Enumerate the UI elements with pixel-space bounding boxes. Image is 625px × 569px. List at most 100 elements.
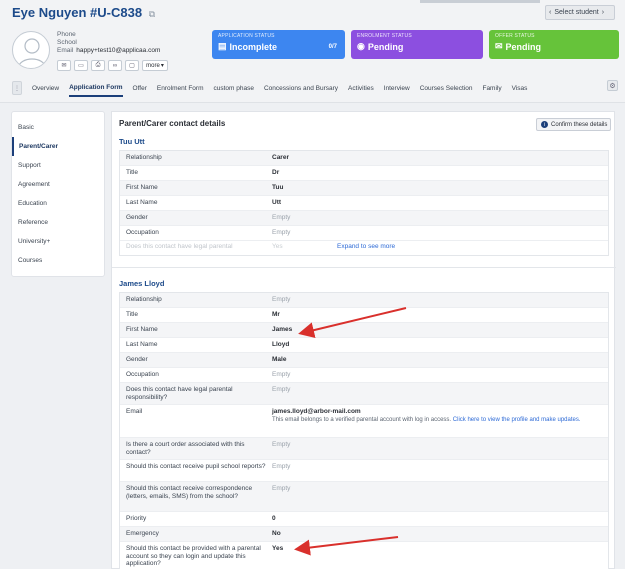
document-icon: ▤ xyxy=(218,41,227,51)
field-label: Priority xyxy=(126,515,147,522)
tab-visas[interactable]: Visas xyxy=(512,81,528,96)
expand-link[interactable]: Expand to see more xyxy=(337,243,395,250)
gear-icon[interactable]: ⚙ xyxy=(607,80,618,91)
sidebar-item-basic[interactable]: Basic xyxy=(12,118,104,137)
field-value: Dr xyxy=(272,169,280,176)
sidebar-item-parent-carer[interactable]: Parent/Carer xyxy=(12,137,104,156)
form-sections-sidebar: Basic Parent/Carer Support Agreement Edu… xyxy=(11,111,105,277)
tab-overview[interactable]: Overview xyxy=(32,81,59,96)
contact-info: Phone School Email happy+test10@applicaa.… xyxy=(57,31,160,55)
faded-field-label: Does this contact have legal parental xyxy=(126,243,233,250)
field-value: Tuu xyxy=(272,184,284,191)
tab-courses-selection[interactable]: Courses Selection xyxy=(420,81,473,96)
envelope-icon: ✉ xyxy=(495,41,503,51)
application-status-value-row: ▤ Incomplete xyxy=(218,41,339,52)
application-status-label: APPLICATION STATUS xyxy=(218,33,275,39)
sidebar-item-reference[interactable]: Reference xyxy=(12,213,104,232)
delete-icon[interactable]: ▢ xyxy=(125,60,139,71)
table-row: Title Mr xyxy=(120,308,608,323)
confirm-details-button[interactable]: i Confirm these details xyxy=(536,118,611,131)
chevron-left-icon[interactable]: ‹ xyxy=(549,9,551,16)
contact-name-1: Tuu Utt xyxy=(119,137,145,146)
table-row: Should this contact receive corresponden… xyxy=(120,482,608,512)
email-icon[interactable]: ✉ xyxy=(57,60,71,71)
table-row: Gender Empty xyxy=(120,211,608,226)
grip-icon[interactable]: ⋮ xyxy=(12,81,22,95)
top-shadow xyxy=(420,0,540,3)
student-code: #U-C838 xyxy=(90,5,143,20)
parent-carer-panel: Parent/Carer contact details i Confirm t… xyxy=(111,111,616,569)
sidebar-item-courses[interactable]: Courses xyxy=(12,251,104,270)
message-icon[interactable]: ▭ xyxy=(74,60,88,71)
field-label: Last Name xyxy=(126,341,158,348)
tab-offer[interactable]: Offer xyxy=(133,81,147,96)
field-label: Emergency xyxy=(126,530,159,537)
field-label: Title xyxy=(126,311,139,318)
tab-family[interactable]: Family xyxy=(482,81,501,96)
tab-custom-phase[interactable]: custom phase xyxy=(214,81,254,96)
email-line: Email happy+test10@applicaa.com xyxy=(57,47,160,55)
field-label: Is there a court order associated with t… xyxy=(126,441,245,456)
application-status-value: Incomplete xyxy=(229,41,278,52)
application-status-count: 0/7 xyxy=(328,44,337,50)
select-student-dropdown[interactable]: ‹ Select student › xyxy=(545,5,615,20)
field-value: No xyxy=(272,530,281,537)
avatar xyxy=(12,31,50,69)
field-value: Carer xyxy=(272,154,289,161)
table-row: First Name James xyxy=(120,323,608,338)
page-title: Parent/Carer contact details xyxy=(119,119,226,128)
more-button[interactable]: more ▾ xyxy=(142,60,168,71)
print-icon[interactable]: ⎙ xyxy=(91,60,105,71)
field-label: Relationship xyxy=(126,154,162,161)
sidebar-item-agreement[interactable]: Agreement xyxy=(12,175,104,194)
chevron-right-icon[interactable]: › xyxy=(602,9,604,16)
table-row: Should this contact receive pupil school… xyxy=(120,460,608,482)
field-value: Empty xyxy=(272,371,291,378)
field-value: Yes xyxy=(272,545,284,552)
table-row: Email james.lloyd@arbor-mail.com This em… xyxy=(120,405,608,438)
field-label: Should this contact be provided with a p… xyxy=(126,545,261,567)
field-value: Mr xyxy=(272,311,280,318)
table-row: Does this contact have legal parental re… xyxy=(120,383,608,405)
table-row: Occupation Empty xyxy=(120,226,608,241)
field-label: Does this contact have legal parental re… xyxy=(126,386,233,401)
enrolment-status-card[interactable]: ENROLMENT STATUS ◉ Pending xyxy=(351,30,483,59)
field-label: Occupation xyxy=(126,371,159,378)
student-name-title: Eye Nguyen #U-C838 ⧉ xyxy=(12,5,155,20)
email-field-value: james.lloyd@arbor-mail.com This email be… xyxy=(267,405,608,437)
enrolment-status-value-row: ◉ Pending xyxy=(357,41,477,52)
field-label: Gender xyxy=(126,214,148,221)
person-icon: ◉ xyxy=(357,41,365,51)
table-row: Occupation Empty xyxy=(120,368,608,383)
tab-application-form[interactable]: Application Form xyxy=(69,80,123,97)
link-icon[interactable]: ∞ xyxy=(108,60,122,71)
table-row: Last Name Lloyd xyxy=(120,338,608,353)
table-row: Relationship Empty xyxy=(120,293,608,308)
contact-table-1: Relationship Carer Title Dr First Name Tuu … xyxy=(119,150,609,256)
copy-icon[interactable]: ⧉ xyxy=(149,9,155,19)
table-row: Last Name Utt xyxy=(120,196,608,211)
student-name: Eye Nguyen xyxy=(12,5,87,20)
table-row: Title Dr xyxy=(120,166,608,181)
field-label: Last Name xyxy=(126,199,158,206)
sidebar-item-support[interactable]: Support xyxy=(12,156,104,175)
field-value: Empty xyxy=(272,441,291,448)
table-row: Relationship Carer xyxy=(120,151,608,166)
tab-concessions-and-bursary[interactable]: Concessions and Bursary xyxy=(264,81,338,96)
field-value: Empty xyxy=(272,229,291,236)
offer-status-card[interactable]: OFFER STATUS ✉ Pending xyxy=(489,30,619,59)
sidebar-item-education[interactable]: Education xyxy=(12,194,104,213)
tab-interview[interactable]: Interview xyxy=(384,81,410,96)
faded-field-value: Yes xyxy=(272,243,283,250)
field-value: James xyxy=(272,326,293,333)
enrolment-status-value: Pending xyxy=(367,41,404,52)
field-label: Gender xyxy=(126,356,148,363)
table-row: Is there a court order associated with t… xyxy=(120,438,608,460)
view-profile-link[interactable]: Click here to view the profile and make … xyxy=(453,417,581,423)
field-label: Title xyxy=(126,169,139,176)
tab-enrolment-form[interactable]: Enrolment Form xyxy=(157,81,204,96)
tab-activities[interactable]: Activities xyxy=(348,81,374,96)
sidebar-item-university[interactable]: University+ xyxy=(12,232,104,251)
application-status-card[interactable]: APPLICATION STATUS ▤ Incomplete 0/7 xyxy=(212,30,345,59)
student-header: Eye Nguyen #U-C838 ⧉ ‹ Select student › … xyxy=(0,0,625,103)
